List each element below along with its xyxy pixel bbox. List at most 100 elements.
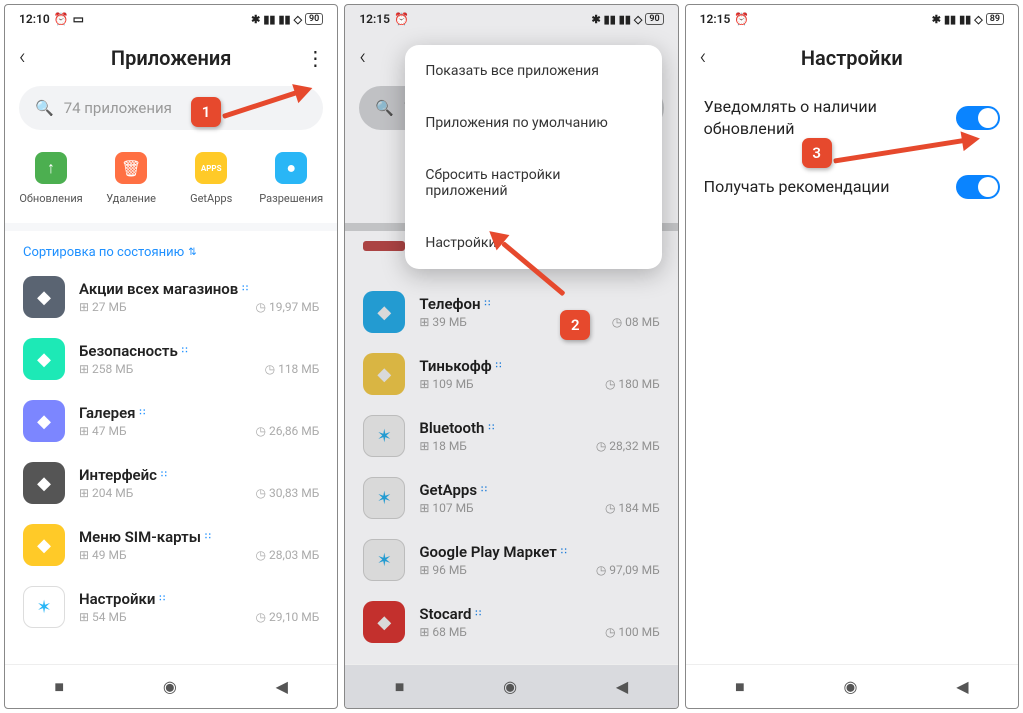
app-icon: ◆ xyxy=(23,462,65,504)
wifi-icon: ◇ xyxy=(294,13,302,26)
nav-home[interactable]: ◉ xyxy=(163,677,177,696)
menu-show-all-apps[interactable]: Показать все приложения xyxy=(405,45,661,97)
bt-icon: ✱ xyxy=(591,13,600,26)
app-icon: ✶ xyxy=(363,477,405,519)
alarm-icon: ⏰ xyxy=(734,12,749,26)
signal-icon: ▮▮ xyxy=(263,13,275,26)
app-icon: ◆ xyxy=(363,601,405,643)
app-memory: ⊞ 68 МБ xyxy=(419,625,467,639)
app-storage: ◷ 118 МБ xyxy=(265,362,320,376)
app-row[interactable]: ◆ Тинькофф∷ ⊞ 109 МБ ◷ 180 МБ xyxy=(345,343,677,405)
qa-getapps[interactable]: APPSGetApps xyxy=(176,152,246,205)
back-button[interactable]: ‹ xyxy=(19,45,43,70)
sort-icon: ⇅ xyxy=(188,247,196,258)
app-list: ◆ Акции всех магазинов∷ ⊞ 27 МБ ◷ 19,97 … xyxy=(5,266,337,664)
app-name: Акции всех магазинов∷ xyxy=(79,280,319,298)
app-row[interactable]: ◆ Безопасность∷ ⊞ 258 МБ ◷ 118 МБ xyxy=(5,328,337,390)
app-storage: ◷ 28,03 МБ xyxy=(256,548,320,562)
loading-dots-icon: ∷ xyxy=(159,594,165,604)
nav-back[interactable]: ◀ xyxy=(956,677,968,696)
app-name: Меню SIM-карты∷ xyxy=(79,528,319,546)
loading-dots-icon: ∷ xyxy=(205,532,211,542)
nav-recent[interactable]: ■ xyxy=(395,677,405,697)
sort-dropdown[interactable]: Сортировка по состоянию⇅ xyxy=(5,231,337,266)
app-memory: ⊞ 204 МБ xyxy=(79,486,133,500)
header: ‹ Настройки xyxy=(686,33,1018,78)
app-row[interactable]: ✶ GetApps∷ ⊞ 107 МБ ◷ 184 МБ xyxy=(345,467,677,529)
setting-label: Уведомлять о наличии обновлений xyxy=(704,96,942,139)
nav-back[interactable]: ◀ xyxy=(616,677,628,696)
alarm-icon: ⏰ xyxy=(54,12,69,26)
setting-label: Получать рекомендации xyxy=(704,176,942,198)
app-row[interactable]: ✶ Google Play Маркет∷ ⊞ 96 МБ ◷ 97,09 МБ xyxy=(345,529,677,591)
app-name: Google Play Маркет∷ xyxy=(419,543,659,561)
app-icon: ◆ xyxy=(363,291,405,333)
app-row[interactable]: ◆ Stocard∷ ⊞ 68 МБ ◷ 100 МБ xyxy=(345,591,677,653)
bt-icon: ✱ xyxy=(251,13,260,26)
app-icon: ◆ xyxy=(23,338,65,380)
battery-indicator: 90 xyxy=(305,13,323,25)
app-memory: ⊞ 27 МБ xyxy=(79,300,127,314)
menu-default-apps[interactable]: Приложения по умолчанию xyxy=(405,97,661,149)
loading-dots-icon: ∷ xyxy=(242,284,248,294)
app-name: Stocard∷ xyxy=(419,605,659,623)
app-row[interactable]: ◆ Меню SIM-карты∷ ⊞ 49 МБ ◷ 28,03 МБ xyxy=(5,514,337,576)
app-icon: ◆ xyxy=(23,276,65,318)
app-storage: ◷ 28,32 МБ xyxy=(596,439,660,453)
app-icon: ✶ xyxy=(363,415,405,457)
app-storage: ◷ 97,09 МБ xyxy=(596,563,660,577)
app-row[interactable]: ✶ Настройки∷ ⊞ 54 МБ ◷ 29,10 МБ xyxy=(5,576,337,638)
app-name: Настройки∷ xyxy=(79,590,319,608)
app-storage: ◷ 184 МБ xyxy=(605,501,660,515)
nav-recent[interactable]: ■ xyxy=(54,677,64,697)
app-row[interactable]: ◆ Интерфейс∷ ⊞ 204 МБ ◷ 30,83 МБ xyxy=(5,452,337,514)
app-storage: ◷ 30,83 МБ xyxy=(256,486,320,500)
signal-icon: ▮▮ xyxy=(959,13,971,26)
back-button[interactable]: ‹ xyxy=(359,45,383,70)
phone-screen-2: 12:15⏰ ✱▮▮▮▮◇90 ‹ 🔍 74 пр ↑Обновле ◆ Тел… xyxy=(344,4,678,709)
app-memory: ⊞ 54 МБ xyxy=(79,610,127,624)
qa-permissions[interactable]: ●Разрешения xyxy=(256,152,326,205)
app-memory: ⊞ 109 МБ xyxy=(419,377,473,391)
annotation-badge-2: 2 xyxy=(560,310,590,340)
app-row[interactable]: ◆ Телефон∷ ⊞ 39 МБ ◷ 08 МБ xyxy=(345,281,677,343)
app-icon: ◆ xyxy=(23,524,65,566)
menu-settings[interactable]: Настройки xyxy=(405,217,661,269)
app-row[interactable]: ✶ Bluetooth∷ ⊞ 18 МБ ◷ 28,32 МБ xyxy=(345,405,677,467)
status-time: 12:15 xyxy=(700,12,731,26)
alarm-icon: ⏰ xyxy=(394,12,409,26)
app-storage: ◷ 26,86 МБ xyxy=(256,424,320,438)
nav-home[interactable]: ◉ xyxy=(844,677,858,696)
app-row[interactable]: ◆ Галерея∷ ⊞ 47 МБ ◷ 26,86 МБ xyxy=(5,390,337,452)
loading-dots-icon: ∷ xyxy=(161,470,167,480)
loading-dots-icon: ∷ xyxy=(481,485,487,495)
more-menu-button[interactable]: ⋮ xyxy=(299,46,323,70)
nav-back[interactable]: ◀ xyxy=(276,677,288,696)
nav-bar: ■ ◉ ◀ xyxy=(686,664,1018,708)
back-button[interactable]: ‹ xyxy=(700,45,724,70)
page-title: Настройки xyxy=(724,46,980,70)
app-memory: ⊞ 39 МБ xyxy=(419,315,467,329)
quick-actions: ↑Обновления 🗑Удаление APPSGetApps ●Разре… xyxy=(5,138,337,231)
signal-icon: ▮▮ xyxy=(944,13,956,26)
app-name: Bluetooth∷ xyxy=(419,419,659,437)
rect-icon: ▭ xyxy=(73,12,84,26)
app-row[interactable]: ◆ Акции всех магазинов∷ ⊞ 27 МБ ◷ 19,97 … xyxy=(5,266,337,328)
toggle-update-notify[interactable] xyxy=(956,106,1000,130)
loading-dots-icon: ∷ xyxy=(475,609,481,619)
app-list: ◆ Телефон∷ ⊞ 39 МБ ◷ 08 МБ ◆ Тинькофф∷ ⊞… xyxy=(345,281,677,664)
nav-recent[interactable]: ■ xyxy=(735,677,745,697)
app-icon: ◆ xyxy=(23,400,65,442)
toggle-recommendations[interactable] xyxy=(956,175,1000,199)
search-input[interactable]: 🔍 74 приложения xyxy=(19,86,323,130)
qa-updates[interactable]: ↑Обновления xyxy=(16,152,86,205)
app-icon: ✶ xyxy=(23,586,65,628)
nav-home[interactable]: ◉ xyxy=(503,677,517,696)
nav-bar: ■ ◉ ◀ xyxy=(5,664,337,708)
menu-reset-app-settings[interactable]: Сбросить настройки приложений xyxy=(405,149,661,217)
app-name: Интерфейс∷ xyxy=(79,466,319,484)
signal-icon: ▮▮ xyxy=(278,13,290,26)
wifi-icon: ◇ xyxy=(974,13,982,26)
phone-screen-1: 12:10⏰▭ ✱▮▮▮▮◇90 ‹ Приложения ⋮ 🔍 74 при… xyxy=(4,4,338,709)
qa-delete[interactable]: 🗑Удаление xyxy=(96,152,166,205)
